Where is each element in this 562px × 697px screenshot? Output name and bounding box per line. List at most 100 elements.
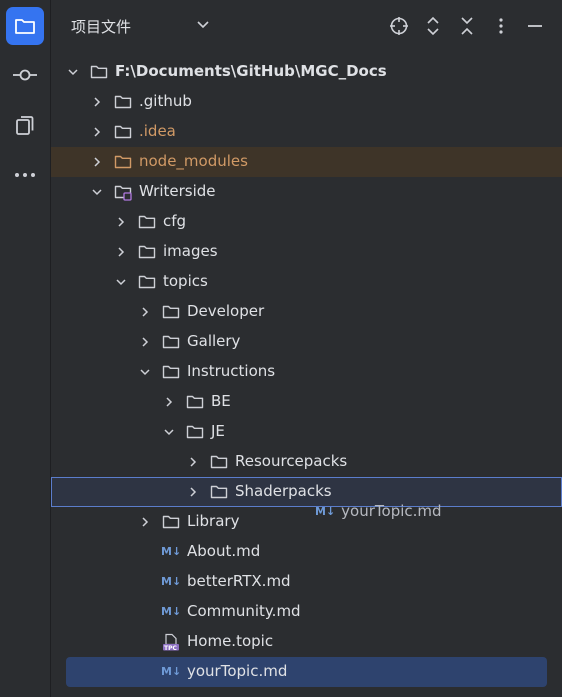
tree-node-betterrtx-md[interactable]: M↓ betterRTX.md bbox=[51, 567, 562, 597]
panel-title[interactable]: 项目文件 bbox=[71, 16, 131, 37]
tree-node-idea[interactable]: .idea bbox=[51, 117, 562, 147]
tree-label: yourTopic.md bbox=[187, 662, 288, 680]
tree-node-about-md[interactable]: M↓ About.md bbox=[51, 537, 562, 567]
tree-label: Developer bbox=[187, 302, 265, 320]
tree-label: images bbox=[163, 242, 218, 260]
chevron-right-icon[interactable] bbox=[139, 306, 151, 318]
tree-label: Home.topic bbox=[187, 632, 274, 650]
folder-icon bbox=[186, 395, 204, 409]
chevron-right-icon[interactable] bbox=[139, 516, 151, 528]
chevron-down-icon[interactable] bbox=[139, 366, 151, 378]
chevron-down-icon[interactable] bbox=[163, 426, 175, 438]
tree-label: cfg bbox=[163, 212, 187, 230]
tree-node-instructions[interactable]: Instructions bbox=[51, 357, 562, 387]
folder-icon bbox=[90, 65, 108, 79]
tree-node-images[interactable]: images bbox=[51, 237, 562, 267]
chevron-down-icon[interactable] bbox=[197, 20, 209, 30]
chevron-down-icon[interactable] bbox=[115, 276, 127, 288]
tree-node-be[interactable]: BE bbox=[51, 387, 562, 417]
locate-icon bbox=[390, 17, 408, 35]
tree-node-cfg[interactable]: cfg bbox=[51, 207, 562, 237]
folder-icon bbox=[162, 335, 180, 349]
structure-icon bbox=[16, 116, 34, 135]
chevron-right-icon[interactable] bbox=[91, 156, 103, 168]
tree-node-developer[interactable]: Developer bbox=[51, 297, 562, 327]
folder-icon bbox=[15, 19, 35, 34]
chevron-right-icon[interactable] bbox=[115, 246, 127, 258]
tree-node-gallery[interactable]: Gallery bbox=[51, 327, 562, 357]
chevron-right-icon[interactable] bbox=[91, 126, 103, 138]
chevron-right-icon[interactable] bbox=[115, 216, 127, 228]
tree-node-node-modules[interactable]: node_modules bbox=[51, 147, 562, 177]
commit-icon bbox=[13, 69, 37, 81]
tree-label: F:\Documents\GitHub\MGC_Docs bbox=[115, 62, 387, 80]
tree-label: Shaderpacks bbox=[235, 482, 332, 500]
commit-tool-button[interactable] bbox=[6, 56, 44, 94]
folder-icon bbox=[138, 275, 156, 289]
tree-node-yourtopic-md[interactable]: M↓ yourTopic.md bbox=[66, 657, 547, 687]
tree-node-root[interactable]: F:\Documents\GitHub\MGC_Docs bbox=[51, 57, 562, 87]
tree-node-community-md[interactable]: M↓ Community.md bbox=[51, 597, 562, 627]
tree-label: Instructions bbox=[187, 362, 276, 380]
tree-label: Resourcepacks bbox=[235, 452, 348, 470]
tool-window-strip bbox=[0, 0, 51, 697]
chevron-right-icon[interactable] bbox=[139, 336, 151, 348]
folder-icon bbox=[114, 125, 132, 139]
tree-node-resourcepacks[interactable]: Resourcepacks bbox=[51, 447, 562, 477]
tree-label: betterRTX.md bbox=[187, 572, 291, 590]
hide-panel-button[interactable] bbox=[524, 15, 546, 37]
folder-icon bbox=[186, 425, 204, 439]
tree-label: node_modules bbox=[139, 152, 248, 170]
tree-label: Writerside bbox=[139, 182, 216, 200]
more-icon bbox=[15, 173, 35, 177]
tree-label: About.md bbox=[187, 542, 261, 560]
tree-node-library[interactable]: Library bbox=[51, 507, 562, 537]
tree-node-shaderpacks[interactable]: Shaderpacks bbox=[51, 477, 562, 507]
chevron-right-icon[interactable] bbox=[187, 486, 199, 498]
tree-node-writerside[interactable]: Writerside bbox=[51, 177, 562, 207]
tree-node-topics[interactable]: topics bbox=[51, 267, 562, 297]
structure-tool-button[interactable] bbox=[6, 106, 44, 144]
tree-label: BE bbox=[211, 392, 231, 410]
project-panel-header: 项目文件 bbox=[51, 0, 562, 52]
folder-icon bbox=[162, 365, 180, 379]
markdown-file-icon: M↓ bbox=[161, 665, 182, 678]
tree-node-home-topic[interactable]: TPC Home.topic bbox=[51, 627, 562, 657]
tree-label: Community.md bbox=[187, 602, 301, 620]
locate-button[interactable] bbox=[388, 15, 410, 37]
tree-label: Gallery bbox=[187, 332, 241, 350]
tree-label: Library bbox=[187, 512, 240, 530]
folder-icon bbox=[210, 485, 228, 499]
folder-icon bbox=[114, 95, 132, 109]
drag-ghost-label: yourTopic.md bbox=[341, 502, 442, 520]
collapse-all-icon bbox=[461, 17, 473, 35]
folder-icon bbox=[162, 515, 180, 529]
expand-all-icon bbox=[427, 16, 439, 36]
drag-ghost: M↓ yourTopic.md bbox=[315, 502, 442, 520]
tree-node-github[interactable]: .github bbox=[51, 87, 562, 117]
options-button[interactable] bbox=[490, 15, 512, 37]
folder-icon bbox=[162, 305, 180, 319]
tree-label: JE bbox=[211, 422, 225, 440]
tree-label: topics bbox=[163, 272, 208, 290]
writerside-module-icon bbox=[114, 185, 132, 201]
minimize-icon bbox=[528, 25, 542, 27]
markdown-file-icon: M↓ bbox=[161, 575, 182, 588]
expand-all-button[interactable] bbox=[422, 15, 444, 37]
chevron-down-icon[interactable] bbox=[67, 66, 79, 78]
chevron-down-icon[interactable] bbox=[91, 186, 103, 198]
folder-icon bbox=[114, 155, 132, 169]
chevron-right-icon[interactable] bbox=[91, 96, 103, 108]
folder-icon bbox=[138, 245, 156, 259]
tree-node-je[interactable]: JE bbox=[51, 417, 562, 447]
chevron-right-icon[interactable] bbox=[163, 396, 175, 408]
tree-label: .idea bbox=[139, 122, 176, 140]
project-tool-button[interactable] bbox=[6, 7, 44, 45]
collapse-all-button[interactable] bbox=[456, 15, 478, 37]
markdown-file-icon: M↓ bbox=[315, 504, 336, 518]
markdown-file-icon: M↓ bbox=[161, 605, 182, 618]
more-tools-button[interactable] bbox=[6, 156, 44, 194]
chevron-right-icon[interactable] bbox=[187, 456, 199, 468]
options-icon bbox=[499, 18, 503, 34]
folder-icon bbox=[138, 215, 156, 229]
